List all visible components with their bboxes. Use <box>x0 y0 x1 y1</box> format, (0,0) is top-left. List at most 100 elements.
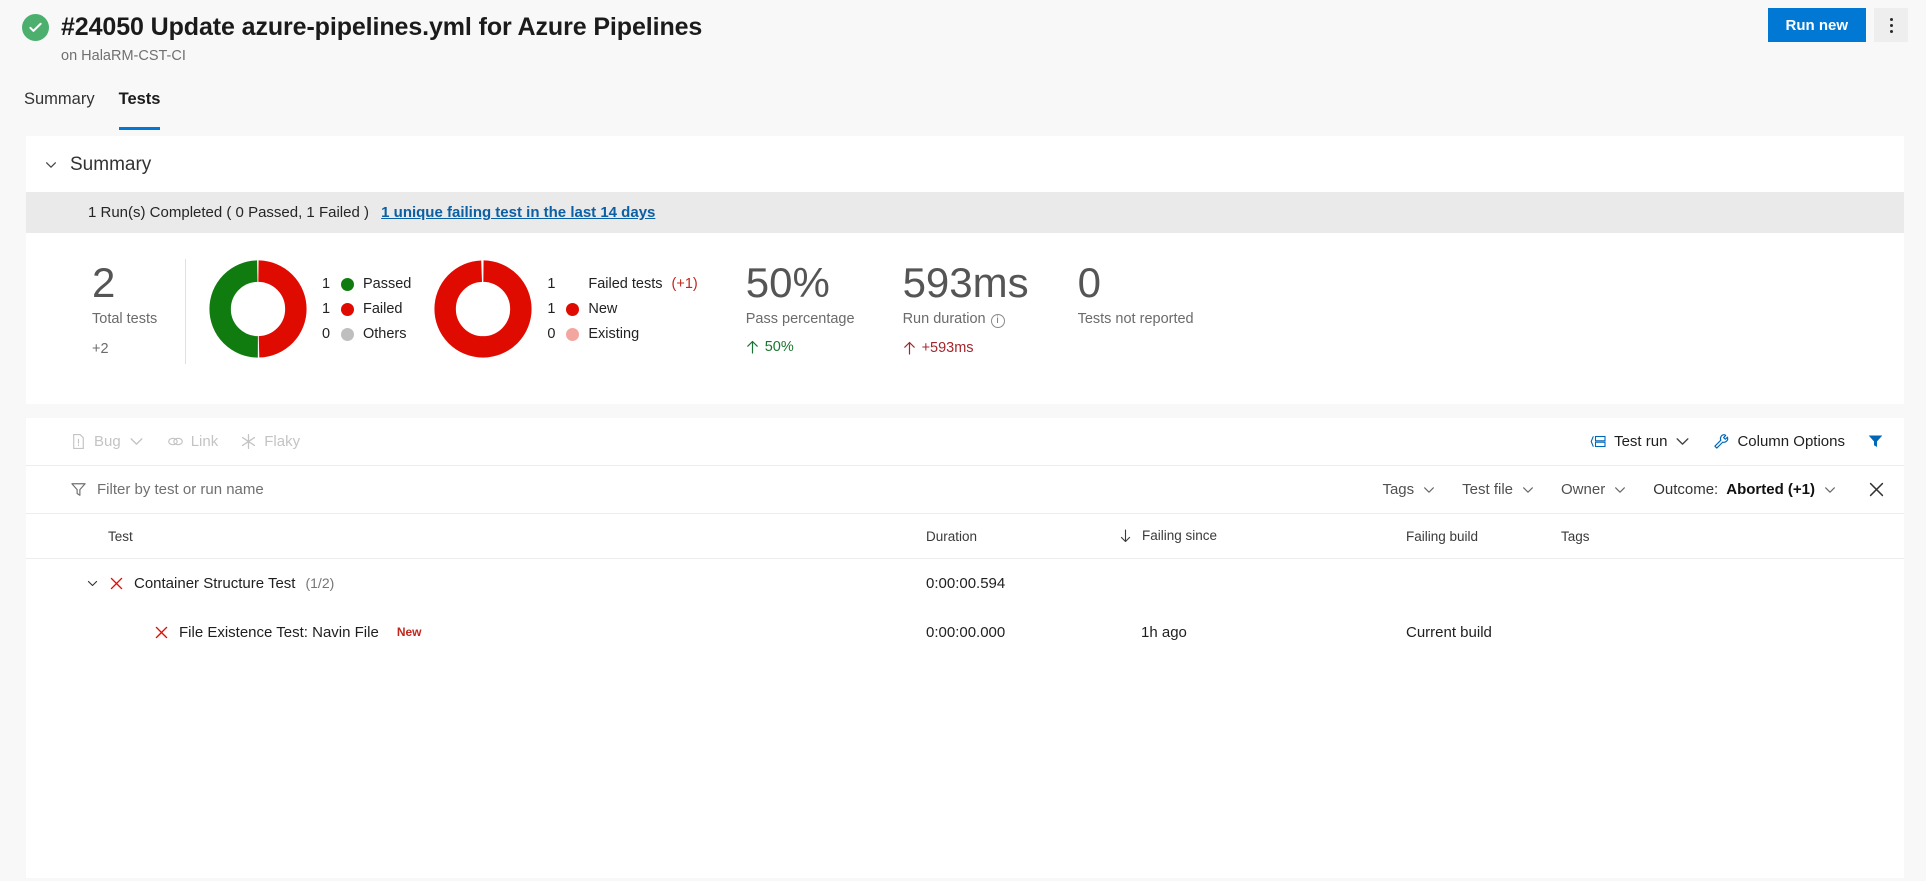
failed-dot-icon <box>341 303 354 316</box>
table-row[interactable]: File Existence Test: Navin File New 0:00… <box>26 608 1904 657</box>
bug-button[interactable]: Bug <box>70 433 145 450</box>
sort-group: Failing since <box>1119 528 1217 543</box>
tab-bar: Summary Tests <box>0 80 1926 124</box>
filter-label: Owner <box>1561 481 1605 498</box>
flaky-label: Flaky <box>264 433 300 450</box>
new-dot-icon <box>566 303 579 316</box>
metric-run-duration: 593ms Run durationi +593ms <box>855 259 1030 356</box>
duration-cell: 0:00:00.594 <box>926 558 1141 608</box>
run-new-button[interactable]: Run new <box>1768 8 1867 42</box>
total-tests-value: 2 <box>92 259 185 307</box>
run-duration-value: 593ms <box>903 259 1030 307</box>
page-header: #24050 Update azure-pipelines.yml for Az… <box>0 0 1926 80</box>
column-header-duration[interactable]: Duration <box>926 514 1141 558</box>
trend-value: +593ms <box>922 340 974 356</box>
arrow-up-icon <box>746 340 759 354</box>
legend-label: Others <box>363 326 407 342</box>
duration-cell: 0:00:00.000 <box>926 608 1141 657</box>
tags-cell <box>1561 608 1904 657</box>
column-header-tags[interactable]: Tags <box>1561 514 1904 558</box>
summary-section-header[interactable]: Summary <box>26 136 1904 192</box>
sort-descending-arrow-icon <box>1119 529 1132 543</box>
filter-toggle-button[interactable] <box>1867 433 1884 450</box>
filter-tags-dropdown[interactable]: Tags <box>1382 481 1436 498</box>
failed-x-icon <box>154 625 169 640</box>
metric-pass-percentage: 50% Pass percentage 50% <box>698 259 855 355</box>
chevron-down-icon <box>44 158 58 172</box>
trend-value: 50% <box>765 339 794 355</box>
legend-label: Failed <box>363 301 403 317</box>
filter-test-file-dropdown[interactable]: Test file <box>1462 481 1535 498</box>
legend-count: 0 <box>547 326 557 342</box>
filter-funnel-icon <box>70 481 87 498</box>
others-dot-icon <box>341 328 354 341</box>
column-header-failing-since[interactable]: Failing since <box>1141 514 1406 558</box>
tab-tests[interactable]: Tests <box>119 80 161 124</box>
more-actions-button[interactable] <box>1874 8 1908 42</box>
tags-cell <box>1561 558 1904 608</box>
test-run-label: Test run <box>1614 433 1667 450</box>
failed-donut-group: 1 Failed tests (+1) 1 New 0 Existing <box>411 259 697 359</box>
failed-donut-chart <box>433 259 533 359</box>
table-body: Container Structure Test (1/2) 0:00:00.5… <box>26 558 1904 657</box>
table-row[interactable]: Container Structure Test (1/2) 0:00:00.5… <box>26 558 1904 608</box>
chevron-down-icon <box>1422 483 1436 497</box>
bug-label: Bug <box>94 433 121 450</box>
legend-item-failed: 1 Failed <box>322 301 411 317</box>
chevron-down-icon <box>1521 483 1535 497</box>
pass-percentage-trend: 50% <box>746 339 855 355</box>
tab-summary[interactable]: Summary <box>24 80 95 124</box>
passed-dot-icon <box>341 278 354 291</box>
table-header: Test Duration Failing since Failing buil… <box>26 514 1904 558</box>
filter-outcome-dropdown[interactable]: Outcome: Aborted (+1) <box>1653 481 1837 498</box>
filter-label: Tags <box>1382 481 1414 498</box>
chevron-down-icon <box>1674 433 1691 450</box>
arrow-up-icon <box>903 341 916 355</box>
results-toolbar: Bug Link Flaky Test run <box>26 418 1904 466</box>
not-reported-value: 0 <box>1078 259 1194 307</box>
column-header-failing-build[interactable]: Failing build <box>1406 514 1561 558</box>
filter-bar: Tags Test file Owner Outcome: Aborted (+… <box>26 466 1904 514</box>
flaky-button[interactable]: Flaky <box>240 433 300 450</box>
link-button[interactable]: Link <box>167 433 219 450</box>
run-duration-trend: +593ms <box>903 340 1030 356</box>
legend-count: 1 <box>547 276 557 292</box>
legend-count: 0 <box>322 326 332 342</box>
total-tests-delta: +2 <box>92 341 185 357</box>
group-row-content: Container Structure Test (1/2) <box>26 575 926 592</box>
test-run-grouping-button[interactable]: Test run <box>1590 433 1691 450</box>
legend-count: 1 <box>322 301 332 317</box>
outcome-donut-group: 1 Passed 1 Failed 0 Others <box>186 259 411 359</box>
legend-label: New <box>588 301 617 317</box>
search-input[interactable] <box>97 481 357 498</box>
chevron-down-icon[interactable] <box>86 577 99 590</box>
link-icon <box>167 433 184 450</box>
failing-build-cell: Current build <box>1406 608 1561 657</box>
status-badge: New <box>397 625 422 639</box>
chevron-down-icon <box>128 433 145 450</box>
test-name: Container Structure Test <box>134 575 295 592</box>
legend-item-new: 1 New <box>547 301 697 317</box>
toolbar-right-group: Test run Column Options <box>1590 433 1884 450</box>
filter-owner-dropdown[interactable]: Owner <box>1561 481 1627 498</box>
not-reported-label: Tests not reported <box>1078 311 1194 327</box>
column-header-test[interactable]: Test <box>26 514 926 558</box>
legend-label: Existing <box>588 326 639 342</box>
legend-item-others: 0 Others <box>322 326 411 342</box>
total-tests-label: Total tests <box>92 311 185 327</box>
header-actions: Run new <box>1768 8 1909 42</box>
column-options-button[interactable]: Column Options <box>1713 433 1845 450</box>
metric-not-reported: 0 Tests not reported <box>1030 259 1194 327</box>
filter-label: Test file <box>1462 481 1513 498</box>
metric-total-tests: 2 Total tests +2 <box>26 259 186 364</box>
pass-percentage-label: Pass percentage <box>746 311 855 327</box>
summary-card: Summary 1 Run(s) Completed ( 0 Passed, 1… <box>26 136 1904 404</box>
legend-item-passed: 1 Passed <box>322 276 411 292</box>
filter-outcome-value: Aborted (+1) <box>1726 481 1815 498</box>
build-subtitle: on HalaRM-CST-CI <box>61 48 1906 64</box>
failing-tests-link[interactable]: 1 unique failing test in the last 14 day… <box>381 204 655 221</box>
clear-filters-button[interactable] <box>1863 480 1886 499</box>
wrench-icon <box>1713 433 1730 450</box>
flaky-asterisk-icon <box>240 433 257 450</box>
info-icon[interactable]: i <box>991 314 1005 328</box>
